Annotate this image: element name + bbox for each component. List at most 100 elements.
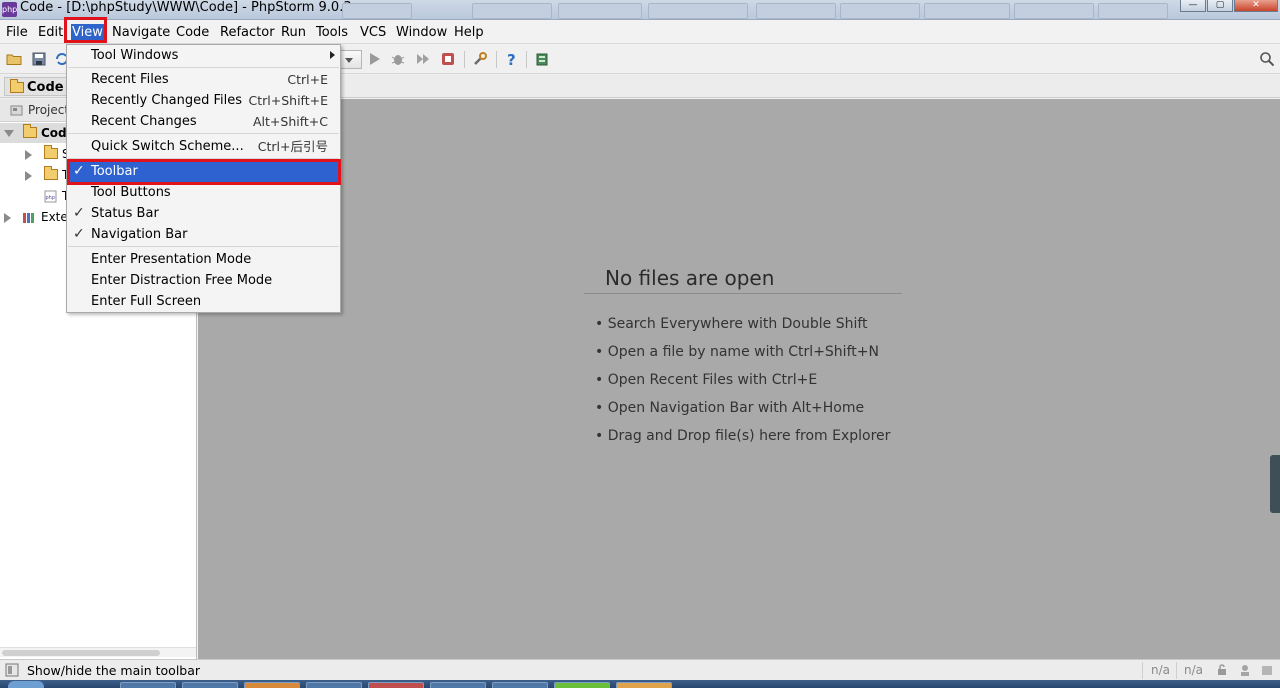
side-panel-handle[interactable] [1270, 455, 1280, 513]
toolbar-separator [496, 51, 497, 68]
editor-hint: • Open Recent Files with Ctrl+E [595, 372, 818, 388]
settings-icon[interactable] [472, 51, 488, 67]
menu-item-full-screen[interactable]: Enter Full Screen [67, 291, 340, 312]
menu-edit[interactable]: Edit [37, 24, 64, 41]
menu-item-label: Enter Distraction Free Mode [91, 273, 273, 288]
menu-window[interactable]: Window [395, 24, 448, 41]
status-bar: Show/hide the main toolbar n/a n/a [0, 659, 1280, 680]
menu-item-label: Quick Switch Scheme... [91, 139, 244, 154]
menu-run[interactable]: Run [280, 24, 307, 41]
start-button[interactable] [8, 681, 44, 688]
taskbar-app[interactable] [120, 682, 176, 688]
minimize-button[interactable]: — [1180, 0, 1206, 12]
breadcrumb-root[interactable]: Code [4, 77, 73, 96]
taskbar-app[interactable] [182, 682, 238, 688]
menu-tools[interactable]: Tools [315, 24, 349, 41]
menu-item-label: Recent Files [91, 72, 169, 87]
run-icon[interactable] [366, 51, 382, 67]
editor-hint: • Search Everywhere with Double Shift [595, 316, 868, 332]
menu-code[interactable]: Code [175, 24, 210, 41]
taskbar-app[interactable] [492, 682, 548, 688]
menu-item-label: Status Bar [91, 206, 159, 221]
debug-icon[interactable] [390, 51, 406, 67]
taskbar-app[interactable] [306, 682, 362, 688]
save-icon[interactable] [31, 51, 47, 67]
menu-help[interactable]: Help [453, 24, 485, 41]
window-title: Code - [D:\phpStudy\WWW\Code] - PhpStorm… [20, 0, 352, 15]
menu-navigate[interactable]: Navigate [111, 24, 171, 41]
search-icon[interactable] [1259, 51, 1275, 67]
editor-hint: • Open a file by name with Ctrl+Shift+N [595, 344, 879, 360]
annotation-highlight-view [64, 17, 107, 43]
phpstorm-app-icon: php [2, 2, 17, 17]
menu-item-quick-switch-scheme[interactable]: Quick Switch Scheme... Ctrl+后引号 [67, 136, 340, 157]
project-tab-label: Project [28, 103, 70, 117]
menu-refactor[interactable]: Refactor [219, 24, 276, 41]
taskbar-app[interactable] [616, 682, 672, 688]
php-server-icon[interactable] [534, 51, 550, 67]
background-tab [756, 3, 836, 19]
background-tab [924, 3, 1010, 19]
expand-arrow-icon[interactable] [25, 149, 32, 160]
taskbar-app[interactable] [554, 682, 610, 688]
status-message: Show/hide the main toolbar [27, 663, 201, 678]
collapse-arrow-icon[interactable] [4, 130, 14, 137]
taskbar-app[interactable] [430, 682, 486, 688]
library-icon [23, 213, 34, 223]
memory-indicator-icon[interactable] [1260, 663, 1274, 677]
view-menu-dropdown: Tool Windows Recent Files Ctrl+E Recentl… [66, 44, 341, 313]
project-horizontal-scrollbar[interactable] [0, 647, 196, 657]
coverage-icon[interactable] [415, 51, 431, 67]
menu-separator [68, 246, 339, 247]
menu-item-label: Tool Buttons [91, 185, 171, 200]
lock-icon[interactable] [1216, 664, 1228, 676]
editor-area: No files are open • Search Everywhere wi… [198, 99, 1280, 659]
scrollbar-thumb[interactable] [2, 650, 160, 656]
menu-item-recent-files[interactable]: Recent Files Ctrl+E [67, 69, 340, 90]
tool-window-toggle-icon[interactable] [5, 663, 19, 677]
background-tab [648, 3, 748, 19]
menu-item-recently-changed-files[interactable]: Recently Changed Files Ctrl+Shift+E [67, 90, 340, 111]
menu-item-tool-buttons[interactable]: Tool Buttons [67, 182, 340, 203]
menu-item-label: Enter Full Screen [91, 294, 202, 309]
menu-item-label: Navigation Bar [91, 227, 188, 242]
toolbar-separator [464, 51, 465, 68]
background-tab [1098, 3, 1168, 19]
run-configuration-dropdown[interactable] [338, 50, 362, 69]
menu-item-shortcut: Ctrl+Shift+E [248, 93, 329, 108]
project-icon [10, 105, 23, 116]
title-divider [584, 293, 902, 294]
submenu-arrow-icon [330, 51, 335, 59]
taskbar-app[interactable] [368, 682, 424, 688]
menu-item-recent-changes[interactable]: Recent Changes Alt+Shift+C [67, 111, 340, 132]
menu-item-navigation-bar[interactable]: ✓ Navigation Bar [67, 224, 340, 245]
menu-item-label: Recently Changed Files [91, 93, 243, 108]
status-separator [1142, 662, 1143, 679]
menu-item-presentation-mode[interactable]: Enter Presentation Mode [67, 249, 340, 270]
taskbar-app[interactable] [244, 682, 300, 688]
menu-item-distraction-free-mode[interactable]: Enter Distraction Free Mode [67, 270, 340, 291]
help-icon[interactable]: ? [503, 51, 519, 67]
background-tab [840, 3, 920, 19]
stop-icon[interactable] [440, 51, 456, 67]
background-tab [472, 3, 552, 19]
expand-arrow-icon[interactable] [25, 170, 32, 181]
menu-item-tool-windows[interactable]: Tool Windows [67, 45, 340, 66]
close-button[interactable]: ✕ [1234, 0, 1278, 12]
menu-item-shortcut: Ctrl+后引号 [257, 139, 328, 154]
menu-item-status-bar[interactable]: ✓ Status Bar [67, 203, 340, 224]
background-tab [1014, 3, 1094, 19]
menu-item-label: Recent Changes [91, 114, 197, 129]
status-position[interactable]: n/a [1151, 662, 1170, 679]
expand-arrow-icon[interactable] [4, 212, 11, 223]
menu-file[interactable]: File [5, 24, 29, 41]
project-view-tab[interactable]: Project [6, 102, 69, 119]
maximize-button[interactable]: ▢ [1207, 0, 1233, 12]
menu-vcs[interactable]: VCS [359, 24, 387, 41]
open-folder-icon[interactable] [6, 51, 22, 67]
svg-text:?: ? [507, 51, 516, 67]
inspector-icon[interactable] [1238, 663, 1252, 677]
background-tab [558, 3, 642, 19]
status-encoding[interactable]: n/a [1184, 662, 1203, 679]
checkmark-icon: ✓ [73, 226, 85, 242]
